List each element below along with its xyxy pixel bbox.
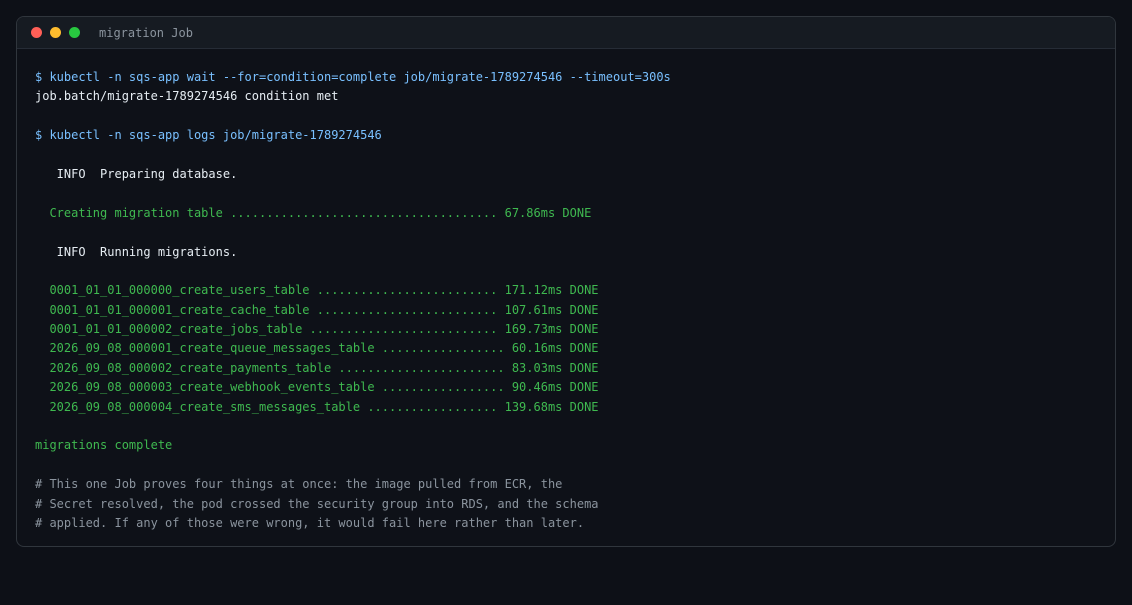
success-line: 2026_09_08_000002_create_payments_table … — [35, 360, 599, 375]
maximize-window-button[interactable] — [69, 27, 80, 38]
success-line: 0001_01_01_000000_create_users_table ...… — [35, 283, 599, 298]
window-titlebar: migration Job — [17, 17, 1115, 49]
comment-line: # This one Job proves four things at onc… — [35, 477, 563, 492]
terminal-window: migration Job $ kubectl -n sqs-app wait … — [16, 16, 1116, 547]
success-line: 2026_09_08_000004_create_sms_messages_ta… — [35, 399, 599, 414]
command-line: $ kubectl -n sqs-app wait --for=conditio… — [35, 70, 671, 84]
comment-line: # Secret resolved, the pod crossed the s… — [35, 496, 599, 511]
success-line: migrations complete — [35, 438, 173, 453]
output-line: job.batch/migrate-1789274546 condition m… — [35, 89, 339, 104]
success-line: 0001_01_01_000002_create_jobs_table ....… — [35, 322, 599, 337]
close-window-button[interactable] — [31, 27, 42, 38]
minimize-window-button[interactable] — [50, 27, 61, 38]
success-line: Creating migration table ...............… — [35, 205, 592, 220]
info-line: INFO Running migrations. — [35, 244, 238, 259]
window-title: migration Job — [99, 25, 193, 40]
terminal-output[interactable]: $ kubectl -n sqs-app wait --for=conditio… — [17, 49, 1115, 533]
command-line: $ kubectl -n sqs-app logs job/migrate-17… — [35, 128, 382, 143]
success-line: 0001_01_01_000001_create_cache_table ...… — [35, 302, 599, 317]
success-line: 2026_09_08_000001_create_queue_messages_… — [35, 341, 599, 356]
comment-line: # applied. If any of those were wrong, i… — [35, 515, 585, 530]
success-line: 2026_09_08_000003_create_webhook_events_… — [35, 380, 599, 395]
info-line: INFO Preparing database. — [35, 166, 238, 181]
